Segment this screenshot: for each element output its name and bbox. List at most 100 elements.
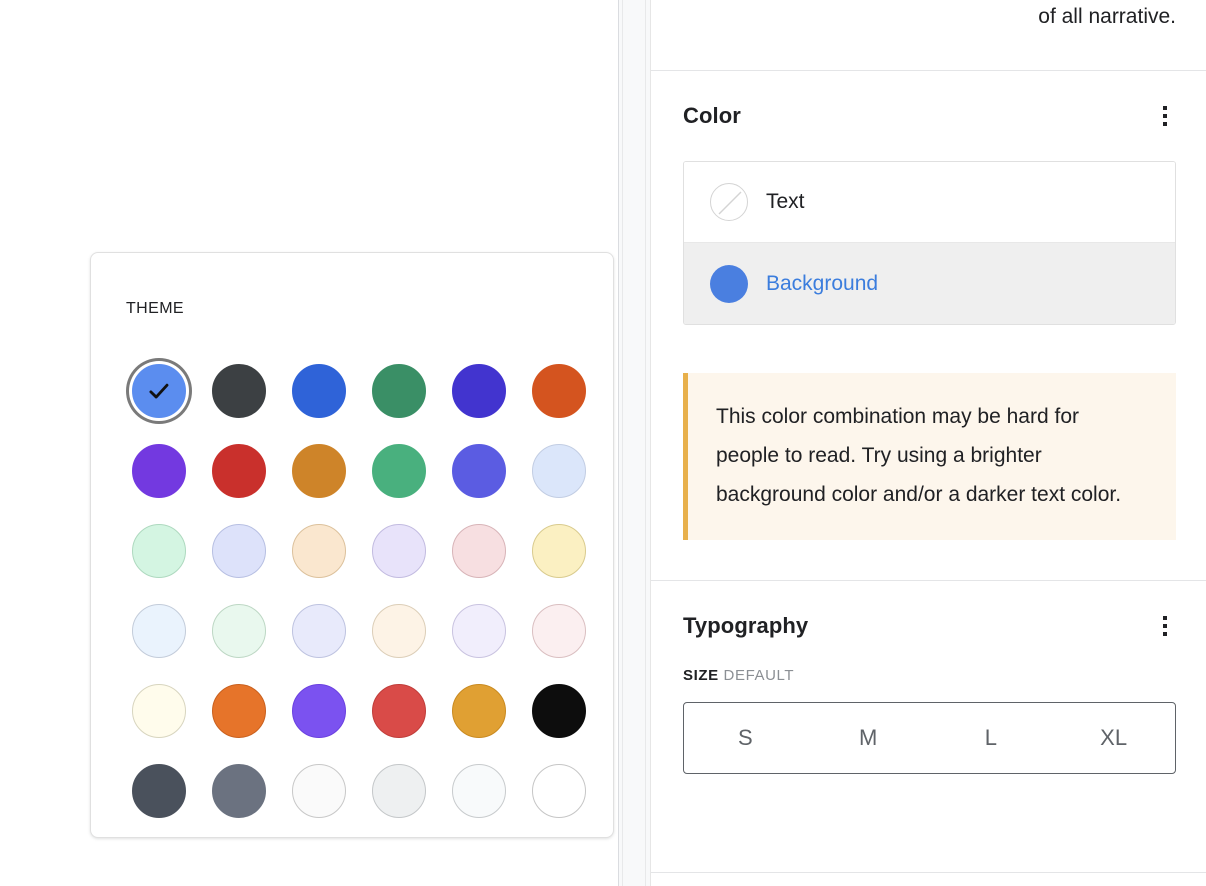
- swatch-dot: [532, 444, 586, 498]
- theme-swatch-pale-lavender[interactable]: [359, 511, 439, 591]
- document-canvas: THEME: [0, 0, 618, 886]
- swatch-dot: [132, 684, 186, 738]
- swatch-dot: [292, 364, 346, 418]
- color-section: Color Text Background: [651, 71, 1206, 580]
- size-button-m[interactable]: M: [807, 703, 930, 773]
- theme-swatch-pale-peach[interactable]: [279, 511, 359, 591]
- theme-swatch-pale-pink[interactable]: [439, 511, 519, 591]
- swatch-dot: [132, 524, 186, 578]
- theme-color-picker-popover: THEME: [90, 252, 614, 838]
- color-target-text[interactable]: Text: [684, 162, 1175, 243]
- swatch-dot: [132, 444, 186, 498]
- theme-swatch-pale-blue[interactable]: [519, 431, 599, 511]
- excerpt-text: of all narrative.: [681, 0, 1176, 32]
- swatch-dot: [532, 684, 586, 738]
- size-button-l[interactable]: L: [930, 703, 1053, 773]
- theme-swatch-ice-cream[interactable]: [359, 591, 439, 671]
- swatch-dot: [132, 604, 186, 658]
- color-target-background[interactable]: Background: [684, 243, 1175, 324]
- gutter-inner-line: [622, 0, 623, 886]
- swatch-dot: [292, 604, 346, 658]
- theme-swatch-coral-red[interactable]: [359, 671, 439, 751]
- swatch-dot: [212, 524, 266, 578]
- check-icon: [146, 378, 172, 404]
- theme-swatch-ice-mint[interactable]: [199, 591, 279, 671]
- theme-swatch-cream[interactable]: [119, 671, 199, 751]
- theme-swatch-indigo[interactable]: [439, 351, 519, 431]
- color-target-text-label: Text: [766, 190, 805, 214]
- theme-swatch-amber[interactable]: [439, 671, 519, 751]
- size-label-row: SIZE DEFAULT: [651, 667, 1206, 684]
- swatch-dot: [532, 764, 586, 818]
- theme-swatch-ochre[interactable]: [279, 431, 359, 511]
- theme-swatch-ice-periwinkle[interactable]: [279, 591, 359, 671]
- theme-swatch-violet[interactable]: [119, 431, 199, 511]
- theme-swatch-black[interactable]: [519, 671, 599, 751]
- kebab-menu-icon[interactable]: [1150, 611, 1180, 641]
- color-target-background-label: Background: [766, 272, 878, 296]
- swatch-dot: [372, 604, 426, 658]
- swatch-dot: [372, 684, 426, 738]
- swatch-dot: [532, 364, 586, 418]
- color-target-list: Text Background: [683, 161, 1176, 325]
- theme-swatch-ice-rose[interactable]: [519, 591, 599, 671]
- app-root: THEME of all narrative. Color: [0, 0, 1206, 886]
- swatch-dot: [212, 764, 266, 818]
- swatch-dot: [292, 444, 346, 498]
- theme-swatch-blue[interactable]: [279, 351, 359, 431]
- color-section-header: Color: [651, 71, 1206, 131]
- swatch-dot: [372, 364, 426, 418]
- theme-swatch-slate-gray[interactable]: [199, 751, 279, 831]
- typography-section-header: Typography: [651, 581, 1206, 641]
- swatch-dot: [452, 524, 506, 578]
- theme-swatch-near-white-3[interactable]: [439, 751, 519, 831]
- theme-section-label: THEME: [126, 300, 184, 318]
- swatch-dot: [212, 444, 266, 498]
- theme-swatch-green[interactable]: [359, 351, 439, 431]
- typography-section-title: Typography: [683, 613, 808, 639]
- theme-swatch-ice-lavender[interactable]: [439, 591, 519, 671]
- contrast-warning-text: This color combination may be hard for p…: [716, 397, 1146, 514]
- theme-swatch-pale-periwinkle[interactable]: [199, 511, 279, 591]
- theme-swatch-dark-slate[interactable]: [199, 351, 279, 431]
- size-button-xl[interactable]: XL: [1052, 703, 1175, 773]
- theme-swatch-grid: [119, 351, 587, 831]
- size-label: SIZE: [683, 667, 719, 684]
- typography-section: Typography SIZE DEFAULT S M L XL: [651, 581, 1206, 774]
- gutter-outer-line: [645, 0, 646, 886]
- theme-swatch-pale-yellow[interactable]: [519, 511, 599, 591]
- kebab-menu-icon[interactable]: [1150, 101, 1180, 131]
- theme-swatch-pale-mint[interactable]: [119, 511, 199, 591]
- swatch-dot: [532, 524, 586, 578]
- swatch-dot: [132, 764, 186, 818]
- theme-swatch-purple[interactable]: [279, 671, 359, 751]
- swatch-dot: [292, 524, 346, 578]
- swatch-dot: [292, 684, 346, 738]
- no-color-icon: [710, 183, 748, 221]
- theme-swatch-near-white-1[interactable]: [279, 751, 359, 831]
- theme-swatch-near-white-2[interactable]: [359, 751, 439, 831]
- swatch-dot: [212, 604, 266, 658]
- theme-swatch-emerald[interactable]: [359, 431, 439, 511]
- color-section-spacer: [651, 540, 1206, 580]
- size-value: DEFAULT: [724, 667, 795, 684]
- theme-swatch-ice-blue[interactable]: [119, 591, 199, 671]
- theme-swatch-light-blue[interactable]: [119, 351, 199, 431]
- theme-swatch-orange[interactable]: [199, 671, 279, 751]
- swatch-dot: [452, 364, 506, 418]
- theme-swatch-charcoal[interactable]: [119, 751, 199, 831]
- swatch-dot: [372, 524, 426, 578]
- swatch-dot: [372, 764, 426, 818]
- theme-swatch-white[interactable]: [519, 751, 599, 831]
- theme-swatch-red[interactable]: [199, 431, 279, 511]
- theme-swatch-royal-blue[interactable]: [439, 431, 519, 511]
- color-section-title: Color: [683, 103, 741, 129]
- swatch-dot: [212, 364, 266, 418]
- theme-swatch-dark-orange[interactable]: [519, 351, 599, 431]
- size-button-s[interactable]: S: [684, 703, 807, 773]
- panel-bottom-divider: [651, 872, 1206, 873]
- format-side-panel: of all narrative. Color Text: [650, 0, 1206, 886]
- swatch-dot: [532, 604, 586, 658]
- swatch-dot: [132, 364, 186, 418]
- swatch-dot: [372, 444, 426, 498]
